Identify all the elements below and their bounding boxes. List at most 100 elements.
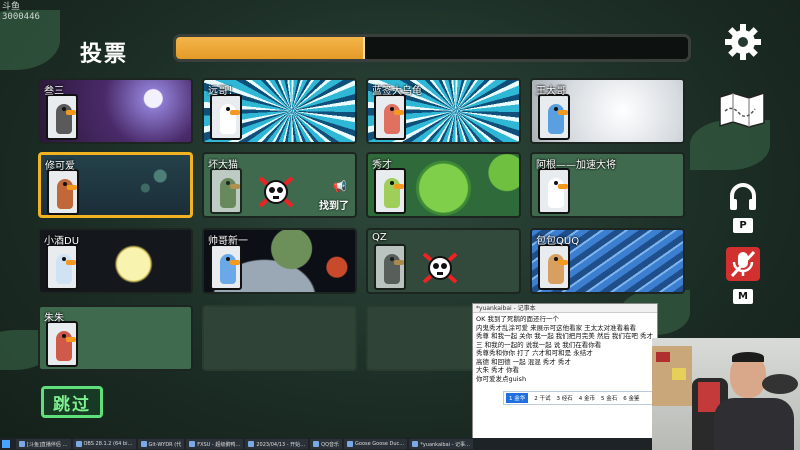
- webcam-overlay: [652, 338, 800, 450]
- goose-eye-icon: [62, 107, 66, 111]
- windows-start-icon[interactable]: [2, 440, 10, 448]
- app-icon: [347, 441, 354, 447]
- app-icon: [75, 441, 82, 447]
- ime-candidate[interactable]: 4 金币: [579, 394, 595, 402]
- vote-timer-bar: [173, 34, 691, 62]
- headphones-key-badge: P: [733, 218, 753, 233]
- taskbar-item-label: 2023/04/13 - 开始…: [256, 441, 306, 448]
- app-icon: [248, 441, 255, 447]
- text-line: 秀尊 和我一起 关你 我一起 我们把月完美 然后 我们在吧 秀才: [476, 332, 653, 340]
- taskbar-item[interactable]: OBS 28.1.2 (64 bi…: [72, 439, 136, 449]
- text-line: 内鬼秀才乱涂可爱 来展示可这他看家 王太太对准看着看: [476, 323, 637, 332]
- taskbar-item-label: QQ音乐: [321, 441, 340, 448]
- ime-candidate[interactable]: 1 金华: [506, 393, 529, 403]
- player-name: 叁三: [44, 86, 64, 97]
- headphones-icon[interactable]: [724, 180, 762, 214]
- app-icon: [412, 441, 419, 447]
- player-vote-card[interactable]: 包包QUQ: [530, 228, 685, 294]
- player-avatar: [374, 168, 406, 214]
- player-vote-card[interactable]: 远哥！: [202, 78, 357, 144]
- notepad-title: *yuankaibai - 记事本: [473, 304, 657, 313]
- notepad-window[interactable]: *yuankaibai - 记事本 OK 我到了死鹅的面还行一个 内鬼秀才乱涂可…: [472, 303, 659, 440]
- player-vote-card[interactable]: QZ: [366, 228, 521, 294]
- taskbar-item-label: [斗鱼]直播伴侣 …: [27, 441, 68, 448]
- dead-skull-icon: [420, 248, 460, 288]
- player-vote-card[interactable]: 小酒DU: [38, 228, 193, 294]
- player-name: 包包QUQ: [536, 236, 580, 247]
- taskbar-item[interactable]: *yuankaibai - 记事…: [409, 439, 474, 449]
- goose-beak-icon: [558, 260, 568, 265]
- player-avatar: [46, 321, 78, 367]
- ime-candidate[interactable]: 6 金鉴: [623, 394, 639, 402]
- goose-beak-icon: [394, 260, 404, 265]
- taskbar-item[interactable]: Goose Goose Duc…: [344, 439, 408, 449]
- goose-beak-icon: [394, 110, 404, 115]
- player-avatar: [47, 169, 79, 215]
- ime-candidate-bar[interactable]: 1 金华 2 干试 3 经石 4 金币 5 金石 6 金鉴: [503, 391, 659, 405]
- player-name: 王大哥: [536, 86, 566, 97]
- player-vote-card[interactable]: 修可爱: [38, 152, 193, 218]
- player-name: 蓝签大乌龟: [372, 86, 422, 97]
- reported-body-label: 找到了: [319, 201, 349, 212]
- player-avatar: [538, 244, 570, 290]
- app-icon: [189, 441, 196, 447]
- player-name: QZ: [372, 232, 387, 243]
- player-name: 帅哥新一: [208, 236, 248, 247]
- goose-eye-icon: [390, 107, 394, 111]
- player-vote-card[interactable]: 坏大猫 📢 找到了: [202, 152, 357, 218]
- windows-taskbar: [斗鱼]直播伴侣 … OBS 28.1.2 (64 bi… Git-WYDR (代 F…: [0, 438, 652, 450]
- ime-candidate[interactable]: 5 金石: [601, 394, 617, 402]
- skip-vote-button[interactable]: 跳过: [41, 386, 103, 418]
- ime-candidate[interactable]: 2 干试: [534, 394, 550, 402]
- goose-beak-icon: [66, 110, 76, 115]
- taskbar-item[interactable]: Git-WYDR (代: [137, 439, 185, 449]
- goose-eye-icon: [554, 257, 558, 261]
- mic-muted-icon[interactable]: [724, 245, 762, 283]
- notepad-text[interactable]: OK 我到了死鹅的面还行一个 内鬼秀才乱涂可爱 来展示可这他看家 王太太对准看着…: [473, 313, 657, 385]
- vote-timer-fill: [176, 37, 366, 59]
- player-name: 秀才: [372, 160, 392, 171]
- page-title: 投票: [80, 42, 129, 67]
- goose-beak-icon: [230, 260, 240, 265]
- player-avatar: [374, 94, 406, 140]
- player-name: 小酒DU: [44, 236, 80, 247]
- player-avatar: [538, 94, 570, 140]
- ime-candidate[interactable]: 3 经石: [557, 394, 573, 402]
- player-vote-card[interactable]: 叁三: [38, 78, 193, 144]
- map-icon[interactable]: [716, 88, 768, 130]
- taskbar-item[interactable]: 2023/04/13 - 开始…: [245, 439, 309, 449]
- player-name: 阿根——加速大将: [536, 160, 616, 171]
- taskbar-item[interactable]: QQ音乐: [310, 439, 343, 449]
- dead-skull-icon: [256, 172, 296, 212]
- player-vote-card[interactable]: 蓝签大乌龟: [366, 78, 521, 144]
- player-vote-card[interactable]: 阿根——加速大将: [530, 152, 685, 218]
- mic-key-badge: M: [733, 289, 753, 304]
- stream-watermark: 斗鱼 3000446: [2, 2, 40, 22]
- player-avatar: [46, 244, 78, 290]
- webcam-hair: [732, 352, 764, 362]
- settings-gear-icon[interactable]: [721, 20, 765, 64]
- webcam-object: [672, 368, 686, 380]
- goose-eye-icon: [63, 182, 67, 186]
- player-vote-card[interactable]: 帅哥新一: [202, 228, 357, 294]
- app-icon: [140, 441, 147, 447]
- taskbar-item-label: OBS 28.1.2 (64 bi…: [83, 441, 133, 447]
- text-line: 高德 和回德 一起 混混 秀才 秀才: [476, 357, 571, 366]
- text-line: 三 和我的一起的 说我一起 说 我们在看你看: [476, 340, 602, 349]
- watermark-line-1: 斗鱼: [2, 2, 21, 12]
- player-avatar: [374, 244, 406, 290]
- player-vote-card[interactable]: 秀才: [366, 152, 521, 218]
- goose-beak-icon: [67, 185, 77, 190]
- goose-beak-icon: [394, 184, 404, 189]
- goose-eye-icon: [226, 257, 230, 261]
- goose-beak-icon: [558, 110, 568, 115]
- player-vote-card[interactable]: 朱朱: [38, 305, 193, 371]
- player-vote-card[interactable]: 王大哥: [530, 78, 685, 144]
- taskbar-item[interactable]: FXSU - 超级鹅鸭…: [186, 439, 244, 449]
- goose-beak-icon: [230, 184, 240, 189]
- goose-eye-icon: [62, 257, 66, 261]
- app-icon: [313, 441, 320, 447]
- taskbar-item[interactable]: [斗鱼]直播伴侣 …: [16, 439, 71, 449]
- player-name: 朱朱: [44, 313, 64, 324]
- player-name: 修可爱: [45, 161, 75, 172]
